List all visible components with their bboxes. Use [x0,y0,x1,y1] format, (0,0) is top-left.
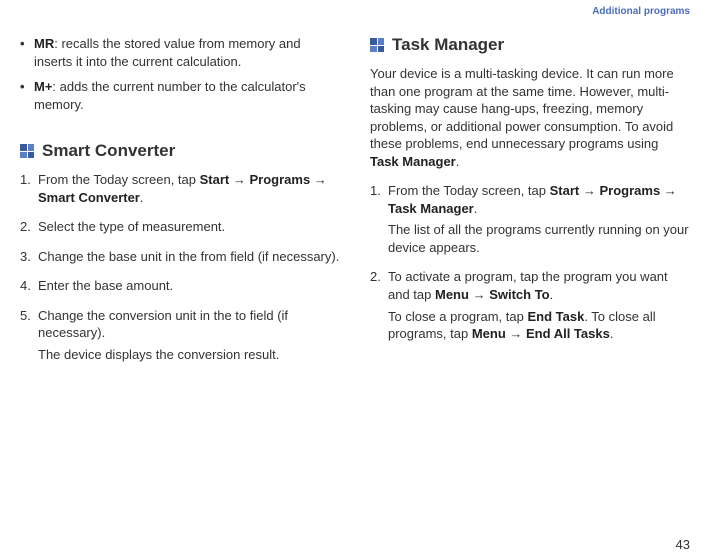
step-text: From the Today screen, tap Start → Progr… [38,171,340,206]
bullet-desc: : adds the current number to the calcula… [34,79,306,112]
list-item: 4. Enter the base amount. [20,277,340,295]
list-item: 1. From the Today screen, tap Start → Pr… [370,182,690,217]
step-text: Change the base unit in the from field (… [38,248,340,266]
bold-term: Menu [435,287,469,302]
step-text: Select the type of measurement. [38,218,340,236]
bullet-text: MR: recalls the stored value from memory… [34,35,340,70]
text-fragment: → [660,183,677,198]
heading-text: Task Manager [392,35,504,55]
step-result: The list of all the programs currently r… [388,221,690,256]
bullet-item: • M+: adds the current number to the cal… [20,78,340,113]
list-item: 2. Select the type of measurement. [20,218,340,236]
step-number: 3. [20,248,38,266]
text-fragment: . [610,326,614,341]
bullet-desc: : recalls the stored value from memory a… [34,36,301,69]
bold-term: Programs [599,183,660,198]
text-fragment: → [469,287,489,302]
list-item: 5. Change the conversion unit in the to … [20,307,340,342]
step-text: From the Today screen, tap Start → Progr… [388,182,690,217]
step-number: 5. [20,307,38,342]
bold-term: Smart Converter [38,190,140,205]
list-item: 1. From the Today screen, tap Start → Pr… [20,171,340,206]
step-number: 1. [20,171,38,206]
left-column: • MR: recalls the stored value from memo… [20,35,340,376]
step-number: 2. [370,268,388,303]
grid-icon [370,38,384,52]
bold-term: Start [550,183,580,198]
text-fragment: . [550,287,554,302]
bold-term: Programs [249,172,310,187]
text-fragment: . [474,201,478,216]
text-fragment: . [456,154,460,169]
text-fragment: From the Today screen, tap [38,172,200,187]
bullet-term: MR [34,36,54,51]
bullet-marker: • [20,35,34,70]
bullet-marker: • [20,78,34,113]
text-fragment: . [140,190,144,205]
step-text: To activate a program, tap the program y… [388,268,690,303]
bold-term: Task Manager [388,201,474,216]
page-number: 43 [676,537,690,552]
text-fragment: → [229,172,249,187]
text-fragment: → [506,326,526,341]
list-item: 3. Change the base unit in the from fiel… [20,248,340,266]
bold-term: Menu [472,326,506,341]
bold-term: End Task [527,309,584,324]
intro-paragraph: Your device is a multi-tasking device. I… [370,65,690,170]
section-heading-task-manager: Task Manager [370,35,690,55]
step-number: 1. [370,182,388,217]
step-result: The device displays the conversion resul… [38,346,340,364]
step-number: 4. [20,277,38,295]
text-fragment: → [579,183,599,198]
step-text: Enter the base amount. [38,277,340,295]
text-fragment: Your device is a multi-tasking device. I… [370,66,674,151]
section-heading-smart-converter: Smart Converter [20,141,340,161]
header-section-label: Additional programs [592,6,690,17]
text-fragment: → [310,172,327,187]
bold-term: Start [200,172,230,187]
heading-text: Smart Converter [42,141,175,161]
bullet-term: M+ [34,79,52,94]
bold-term: End All Tasks [526,326,610,341]
content-columns: • MR: recalls the stored value from memo… [20,35,690,376]
step-number: 2. [20,218,38,236]
text-fragment: To close a program, tap [388,309,527,324]
right-column: Task Manager Your device is a multi-task… [370,35,690,376]
bullet-item: • MR: recalls the stored value from memo… [20,35,340,70]
list-item: 2. To activate a program, tap the progra… [370,268,690,303]
step-extra: To close a program, tap End Task. To clo… [388,308,690,343]
text-fragment: From the Today screen, tap [388,183,550,198]
grid-icon [20,144,34,158]
bold-term: Switch To [489,287,549,302]
step-text: Change the conversion unit in the to fie… [38,307,340,342]
bold-term: Task Manager [370,154,456,169]
bullet-text: M+: adds the current number to the calcu… [34,78,340,113]
